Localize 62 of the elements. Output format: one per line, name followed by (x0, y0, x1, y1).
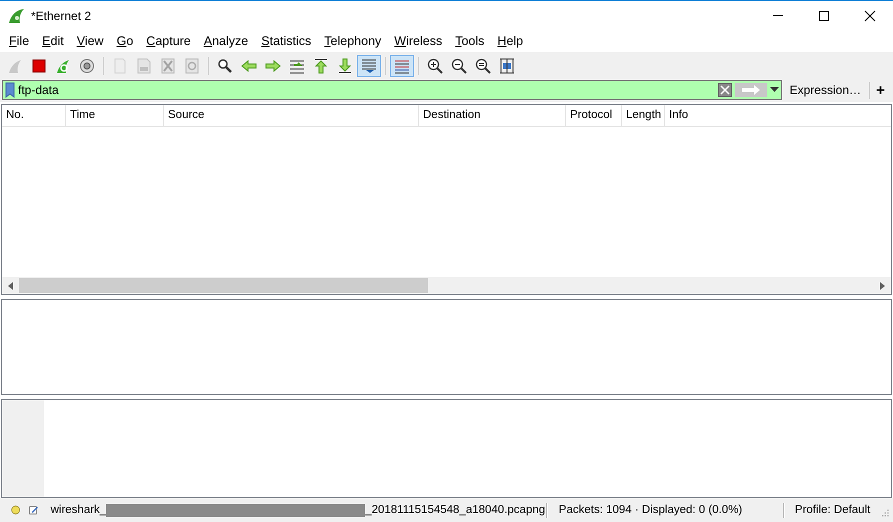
right-arrow-icon (265, 58, 281, 74)
shark-fin-icon (55, 58, 71, 74)
maximize-icon (818, 10, 830, 22)
scroll-right-icon[interactable] (880, 282, 885, 290)
resize-grip-icon[interactable] (882, 508, 889, 518)
menu-item[interactable]: File (2, 34, 36, 48)
column-header[interactable]: Protocol (566, 105, 622, 126)
menu-item[interactable]: Tools (448, 34, 490, 48)
menu-item[interactable]: View (70, 34, 110, 48)
menu-item[interactable]: Telephony (317, 34, 388, 48)
colored-lines-button[interactable] (390, 54, 414, 76)
clear-icon[interactable] (718, 83, 732, 97)
gear-icon (79, 58, 95, 74)
zoom-out-icon (451, 58, 467, 74)
right-arrow-icon (740, 85, 761, 95)
file-reload-icon (184, 58, 200, 74)
capture-file-name: _20181115154548_a18040.pcapng (365, 504, 546, 516)
binary-file-icon (136, 58, 152, 74)
expert-info-icon[interactable] (11, 503, 20, 517)
horizontal-scrollbar[interactable] (2, 277, 891, 294)
zoom-reset-icon (475, 58, 491, 74)
packet-count: Packets: 1094 · Displayed: 0 (0.0%) (558, 504, 744, 516)
colored-lines-icon (394, 58, 410, 74)
column-resize-icon (499, 58, 515, 74)
scroll-left-icon[interactable] (8, 282, 13, 290)
menu-item[interactable]: Capture (139, 34, 197, 48)
shark-fin-icon (7, 6, 25, 24)
menu-item[interactable]: Wireless (387, 34, 448, 48)
column-header[interactable]: No. (2, 105, 66, 126)
menu-item[interactable]: Edit (35, 34, 70, 48)
up-arrow-icon (313, 58, 329, 74)
document-icon (112, 58, 128, 74)
bookmark-icon[interactable] (5, 82, 15, 98)
menu-item[interactable]: Go (110, 34, 140, 48)
filter-input[interactable]: ftp-data (18, 83, 715, 97)
column-header[interactable]: Time (66, 105, 164, 126)
lines-icon (361, 58, 377, 74)
add-filter-button[interactable]: + (869, 82, 891, 98)
column-header[interactable]: Source (164, 105, 419, 126)
dropdown-caret-icon[interactable] (770, 87, 779, 93)
stop-icon (31, 58, 47, 74)
search-icon (217, 58, 233, 74)
expression-button[interactable]: Expression… (784, 83, 867, 97)
column-header[interactable]: Length (622, 105, 665, 126)
column-header[interactable]: Destination (419, 105, 566, 126)
down-arrow-icon (337, 58, 353, 74)
minimize-icon (773, 15, 783, 16)
column-header[interactable]: Info (665, 105, 891, 126)
menu-item[interactable]: Statistics (254, 34, 318, 48)
lines-button[interactable] (357, 54, 381, 76)
window-title: *Ethernet 2 (31, 8, 92, 22)
menu-item[interactable]: Analyze (196, 34, 254, 48)
shark-fin-icon (7, 58, 23, 74)
list-arrow-icon (289, 58, 305, 74)
capture-file-name: wireshark_ (50, 504, 106, 516)
left-arrow-icon (241, 58, 257, 74)
close-icon (864, 10, 876, 22)
file-close-icon (160, 58, 176, 74)
menu-item[interactable]: Help (490, 34, 530, 48)
display-filter-field[interactable]: ftp-data (2, 80, 782, 100)
profile-label[interactable]: Profile: Default (786, 504, 876, 516)
zoom-in-icon (427, 58, 443, 74)
